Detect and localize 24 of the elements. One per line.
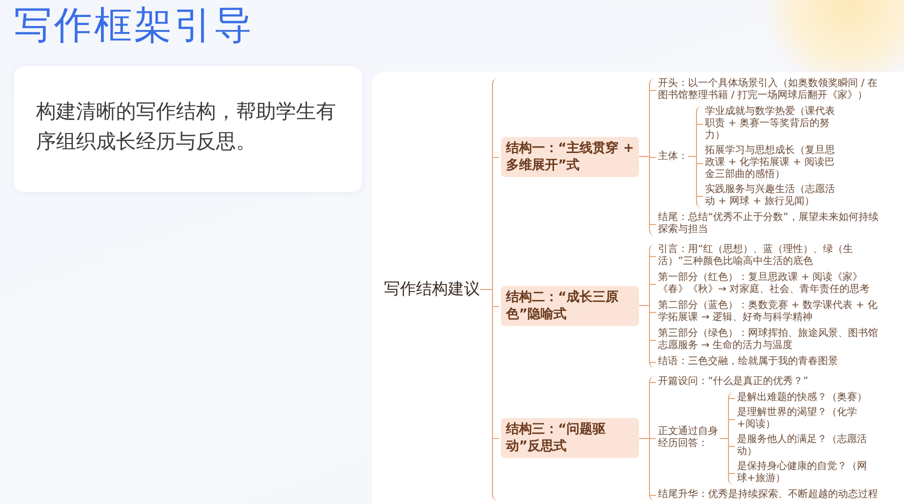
mindmap-leaf-text: 是理解世界的渴望？（化学+阅读） [737,406,858,430]
slide-title: 写作框架引导 [14,2,255,48]
mindmap-branch-node: 结构一：“主线贯穿 + 多维展开”式 [501,136,639,176]
mindmap-leaf-text: 正文通过自身经历回答： [658,426,719,450]
mindmap-leaf-text: 第一部分（红色）：复旦思政课 + 阅读《家》《春》《秋》→ 对家庭、社会、青年责任的思考 [658,272,871,296]
mindmap-leaf-text: 第二部分（蓝色）：奥数竞赛 + 数学课代表 + 化学拓展课 → 逻辑、好奇与科学精神 [658,300,878,324]
mindmap-branch-node: 结构三：“问题驱动”反思式 [501,418,639,458]
intro-text: 构建清晰的写作结构，帮助学生有序组织成长经历与反思。 [36,98,337,155]
mindmap-branch-node: 结构二：“成长三原色”隐喻式 [501,286,639,326]
mindmap-leaf-text: 是服务他人的满足？（志愿活动） [737,434,868,458]
mindmap-root-label: 写作结构建议 [384,278,480,300]
mindmap-leaf-text: 引言：用“红（思想）、蓝（理性）、绿（生活）”三种颜色比喻高中生活的底色 [658,244,854,268]
mindmap-leaf-text: 实践服务与兴趣生活（志愿活动 + 网球 + 旅行见闻） [705,184,836,208]
mindmap-leaf-text: 是解出难题的快感？（奥赛） [737,392,867,404]
mindmap-leaf-text: 开篇设问：“什么是真正的优秀？” [658,376,808,388]
mindmap-leaf-text: 第三部分（绿色）：网球挥拍、旅途风景、图书馆志愿服务 → 生命的活力与温度 [658,328,879,352]
mindmap-leaf-text: 开头：以一个具体场景引入（如奥数领奖瞬间 / 在图书馆整理书籍 / 打完一场网球后翻开《家》） [658,78,879,102]
mindmap-leaf-text: 主体： [658,150,688,162]
mindmap-leaf-text: 拓展学习与思想成长（复旦思政课 + 化学拓展课 + 阅读巴金三部曲的感悟） [705,144,836,180]
mindmap-leaf-text: 学业成就与数学热爱（课代表职责 + 奥赛一等奖背后的努力） [705,106,836,142]
mindmap-leaf-text: 结语：三色交融，绘就属于我的青春图景 [658,356,838,368]
mindmap-leaf-text: 是保持身心健康的自觉？（网球+旅游） [737,460,868,484]
mindmap-leaf-text: 结尾升华：优秀是持续探索、不断超越的动态过程 [658,488,878,500]
mindmap-leaf-text: 结尾：总结“优秀不止于分数”，展望未来如何持续探索与担当 [658,212,880,236]
